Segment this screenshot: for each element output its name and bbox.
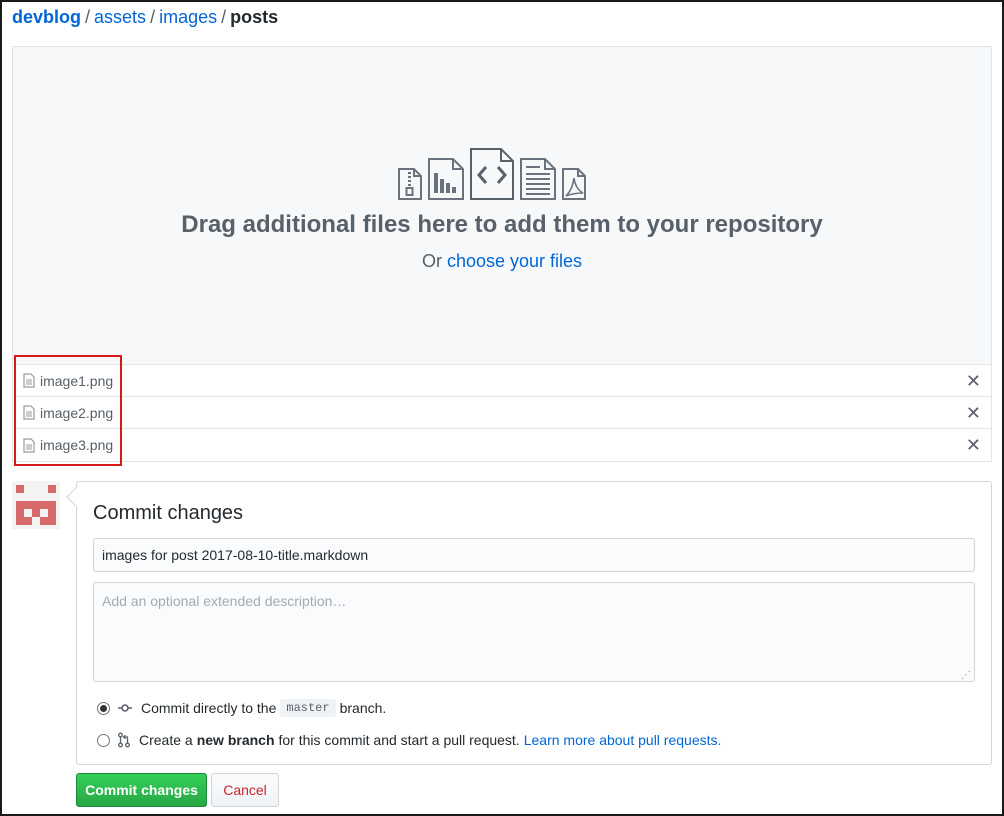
commit-changes-button[interactable]: Commit changes [76,773,207,807]
dropzone-prefix: Or [421,251,442,271]
git-commit-icon [118,704,132,712]
commit-form: Commit changes ⋰ Commit directly to the … [66,481,992,765]
commit-direct-radio[interactable] [97,701,110,715]
breadcrumb-current: posts [230,7,279,27]
remove-file-icon[interactable]: ✕ [966,435,981,455]
new-branch-radio[interactable] [97,733,110,747]
commit-summary-input[interactable] [93,538,975,572]
breadcrumb: devblog / assets / images / posts [12,6,278,28]
new-branch-label: Create a [139,732,193,748]
learn-more-pull-requests-link[interactable]: Learn more about pull requests. [524,732,722,748]
breadcrumb-assets-link[interactable]: assets [94,7,146,27]
cancel-button[interactable]: Cancel [211,773,279,807]
uploaded-file-list: image1.png ✕ image2.png ✕ image3.png ✕ [12,364,992,462]
breadcrumb-repo-link[interactable]: devblog [12,7,81,27]
new-branch-bold: new branch [196,732,275,748]
highlight-annotation-box [14,355,122,466]
commit-direct-label: Commit directly to the [141,700,277,716]
file-zip-icon [398,168,422,200]
remove-file-icon[interactable]: ✕ [966,403,981,423]
new-branch-label-end: for this commit and start a pull request… [278,732,520,748]
breadcrumb-separator: / [85,7,91,27]
file-row: image2.png ✕ [13,397,991,429]
file-dropzone[interactable]: Drag additional files here to add them t… [12,46,992,364]
file-pdf-icon [562,168,586,200]
file-code-icon [470,148,514,200]
choose-files-link[interactable]: choose your files [447,251,582,271]
commit-heading: Commit changes [93,502,244,524]
breadcrumb-separator: / [221,7,227,27]
branch-name: master [280,699,336,717]
commit-direct-option[interactable]: Commit directly to the master branch. [97,698,386,718]
commit-direct-label-end: branch. [339,700,387,716]
breadcrumb-images-link[interactable]: images [159,7,217,27]
remove-file-icon[interactable]: ✕ [966,371,981,391]
file-type-icons [397,147,587,201]
file-text-icon [520,158,556,200]
breadcrumb-separator: / [150,7,156,27]
dropzone-title: Drag additional files here to add them t… [181,211,823,238]
file-chart-icon [428,158,464,200]
git-pull-request-icon [118,732,130,748]
commit-description-input[interactable] [93,582,975,682]
new-branch-option[interactable]: Create a new branch for this commit and … [97,730,721,750]
avatar [12,481,60,529]
file-row: image3.png ✕ [13,429,991,461]
dropzone-subtitle: Or choose your files [13,251,991,272]
file-row: image1.png ✕ [13,365,991,397]
resize-grip-icon[interactable]: ⋰ [961,670,971,681]
